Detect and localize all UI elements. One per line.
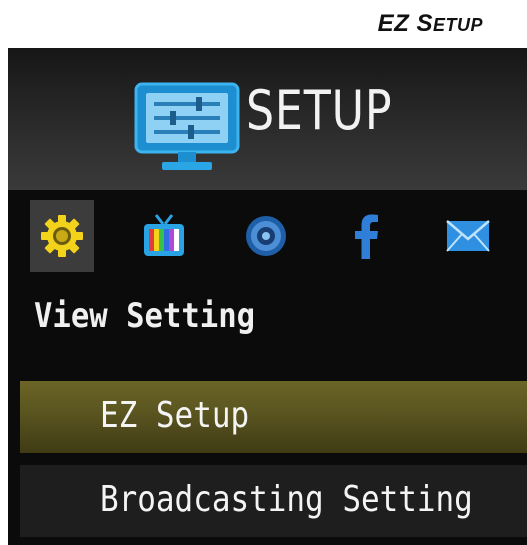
setup-title: SETUP bbox=[246, 79, 393, 142]
page-heading-title-prefix: EZ S bbox=[377, 10, 433, 37]
monitor-settings-icon bbox=[134, 82, 240, 174]
menu-item-label: EZ Setup bbox=[100, 395, 250, 436]
category-social[interactable] bbox=[334, 200, 398, 272]
category-icon-row bbox=[8, 196, 527, 276]
category-audio[interactable] bbox=[234, 200, 298, 272]
category-tv[interactable] bbox=[132, 200, 196, 272]
mail-icon bbox=[446, 220, 490, 252]
section-title: View Setting bbox=[34, 296, 256, 336]
tv-menu-screen: SETUP View Setting EZ Setup Broadcasting… bbox=[8, 48, 527, 545]
menu-item-label: Broadcasting Setting bbox=[100, 479, 473, 520]
menu-header: SETUP bbox=[8, 48, 527, 190]
menu-item-ez-setup[interactable]: EZ Setup bbox=[20, 381, 527, 453]
facebook-icon bbox=[355, 214, 378, 259]
menu-item-broadcasting-setting[interactable]: Broadcasting Setting bbox=[20, 465, 527, 537]
page-heading-title-suffix: ETUP bbox=[432, 15, 483, 35]
gear-icon bbox=[41, 215, 83, 257]
category-mail[interactable] bbox=[436, 200, 500, 272]
page-heading: EZ SETUP bbox=[0, 0, 527, 44]
tv-icon bbox=[144, 214, 184, 256]
page-heading-title: EZ SETUP bbox=[378, 10, 483, 38]
category-settings[interactable] bbox=[30, 200, 94, 272]
speaker-icon bbox=[246, 216, 286, 256]
